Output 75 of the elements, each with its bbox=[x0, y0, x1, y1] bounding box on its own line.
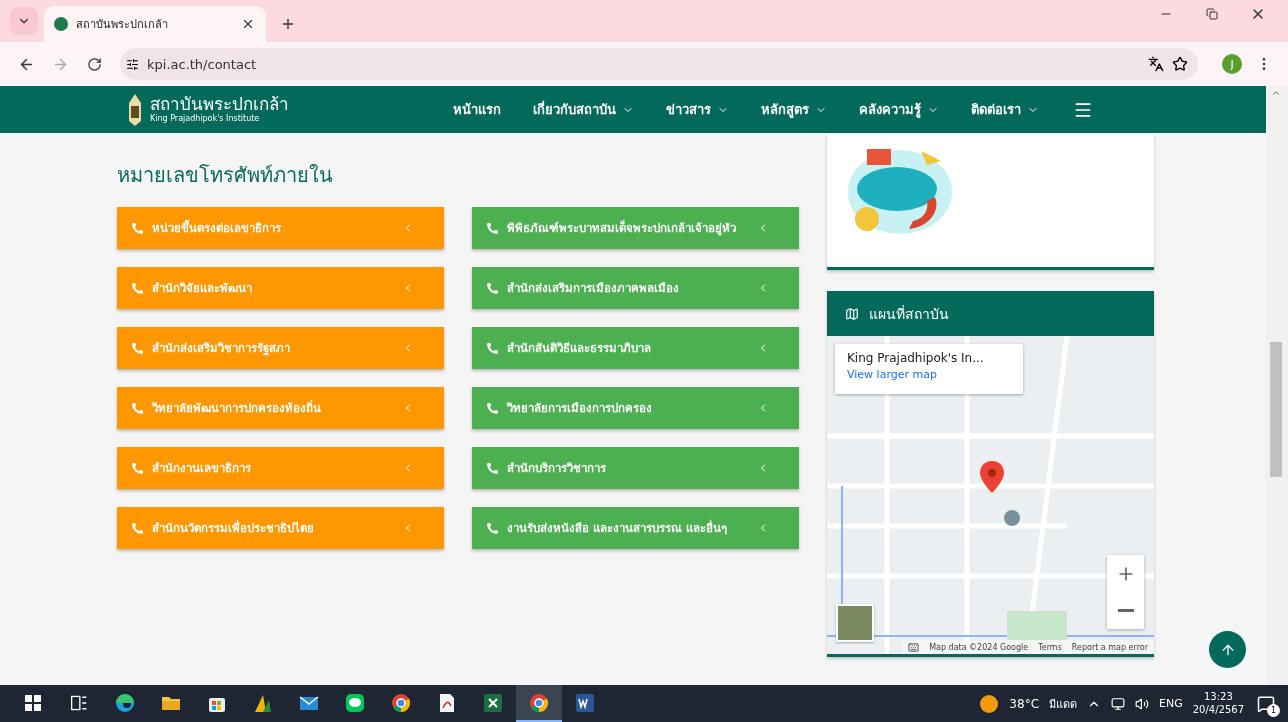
browser-icon bbox=[528, 691, 550, 714]
translate-icon[interactable] bbox=[1148, 56, 1164, 72]
phone-directory-item[interactable]: วิทยาลัยการเมืองการปกครอง bbox=[472, 387, 799, 429]
reload-icon bbox=[86, 56, 102, 72]
nav-menu-item[interactable]: ข่าวสาร bbox=[666, 99, 729, 120]
input-language[interactable]: ENG bbox=[1159, 697, 1183, 710]
notification-icon bbox=[1257, 694, 1275, 713]
map-footer-link[interactable]: Terms bbox=[1038, 642, 1062, 652]
phone-icon bbox=[131, 341, 144, 355]
sun-icon bbox=[979, 693, 1000, 714]
phone-icon bbox=[486, 521, 499, 535]
restore-icon bbox=[1206, 8, 1218, 20]
map-card-title: แผนที่สถาบัน bbox=[869, 304, 949, 324]
temperature: 38°C bbox=[1009, 696, 1039, 711]
phone-icon bbox=[486, 461, 499, 475]
back-to-top-button[interactable] bbox=[1209, 631, 1246, 668]
minus-icon bbox=[1117, 609, 1134, 612]
phone-directory-item[interactable]: สำนักส่งเสริมการเมืองภาคพลเมือง bbox=[472, 267, 799, 309]
scrollbar[interactable] bbox=[1266, 86, 1288, 685]
phone-icon bbox=[131, 221, 144, 235]
spreadsheet-icon bbox=[482, 691, 504, 714]
scroll-up-icon[interactable] bbox=[1271, 88, 1281, 98]
phone-icon bbox=[131, 401, 144, 415]
map-icon bbox=[845, 306, 859, 321]
institute-emblem-icon bbox=[126, 92, 144, 127]
phone-icon bbox=[486, 341, 499, 355]
brand-name-thai: สถาบันพระปกเกล้า bbox=[150, 96, 289, 113]
phone-directory-item[interactable]: สำนักสันติวิธีและธรรมาภิบาล bbox=[472, 327, 799, 369]
keyboard-icon bbox=[908, 641, 920, 653]
map-data-credit: Map data ©2024 Google bbox=[929, 642, 1029, 652]
browser-icon bbox=[114, 691, 136, 714]
satellite-view-thumbnail[interactable] bbox=[836, 604, 874, 642]
address-bar[interactable]: kpi.ac.th/contact bbox=[120, 48, 1198, 80]
nav-menu-item[interactable]: คลังความรู้ bbox=[859, 99, 939, 120]
phone-icon bbox=[486, 281, 499, 295]
site-settings-icon[interactable] bbox=[126, 57, 139, 71]
notification-count: 1 bbox=[1267, 703, 1280, 717]
notification-button[interactable]: 1 bbox=[1254, 691, 1278, 716]
word-document-icon bbox=[574, 691, 596, 714]
plus-icon bbox=[280, 16, 296, 32]
scrollbar-thumb[interactable] bbox=[1270, 342, 1282, 477]
phone-icon bbox=[486, 401, 499, 415]
brand-name-english: King Prajadhipok's Institute bbox=[150, 115, 261, 123]
taskbar-app-button[interactable] bbox=[516, 685, 562, 722]
bookmark-star-icon[interactable] bbox=[1172, 56, 1188, 72]
task-view-icon bbox=[70, 693, 88, 712]
browser-icon bbox=[390, 691, 412, 714]
phone-icon bbox=[131, 521, 144, 535]
tab-title: สถาบันพระปกเกล้า bbox=[76, 17, 169, 33]
nav-menu-item[interactable]: เกี่ยวกับสถาบัน bbox=[533, 99, 634, 120]
chat-app-icon bbox=[344, 691, 366, 714]
browser-tab[interactable]: สถาบันพระปกเกล้า bbox=[44, 6, 266, 42]
phone-directory-item[interactable]: พิพิธภัณฑ์พระบาทสมเด็จพระปกเกล้าเจ้าอยู่หัว bbox=[472, 207, 799, 249]
network-icon[interactable] bbox=[1111, 696, 1125, 711]
phone-directory-item[interactable]: สำนักบริการวิชาการ bbox=[472, 447, 799, 489]
view-larger-map-link[interactable]: View larger map bbox=[847, 368, 1011, 381]
nav-menu-item[interactable]: หลักสูตร bbox=[761, 99, 827, 120]
place-name: King Prajadhipok's In... bbox=[847, 351, 985, 365]
windows-logo-icon bbox=[25, 694, 41, 711]
nav-menu-item[interactable]: หน้าแรก bbox=[453, 99, 501, 120]
zoom-out-button[interactable] bbox=[1107, 592, 1144, 629]
section-heading: หมายเลขโทรศัพท์ภายใน bbox=[117, 162, 334, 189]
phone-icon bbox=[131, 281, 144, 295]
close-icon bbox=[241, 17, 255, 31]
clock[interactable]: 13:23 20/4/2567 bbox=[1192, 691, 1244, 716]
phone-icon bbox=[131, 461, 144, 475]
phone-icon bbox=[486, 221, 499, 235]
weather-text: มีแดด bbox=[1049, 696, 1077, 713]
phone-directory-item[interactable]: งานรับส่งหนังสือ และงานสารบรรณ และอื่นๆ bbox=[472, 507, 799, 549]
map-footer-link[interactable]: Report a map error bbox=[1071, 642, 1148, 652]
nav-menu-item[interactable]: ติดต่อเรา bbox=[971, 99, 1039, 120]
profile-avatar[interactable]: J bbox=[1222, 54, 1242, 74]
speaker-icon[interactable] bbox=[1135, 696, 1149, 711]
site-favicon-icon bbox=[54, 17, 68, 31]
zoom-in-button[interactable] bbox=[1107, 555, 1144, 592]
